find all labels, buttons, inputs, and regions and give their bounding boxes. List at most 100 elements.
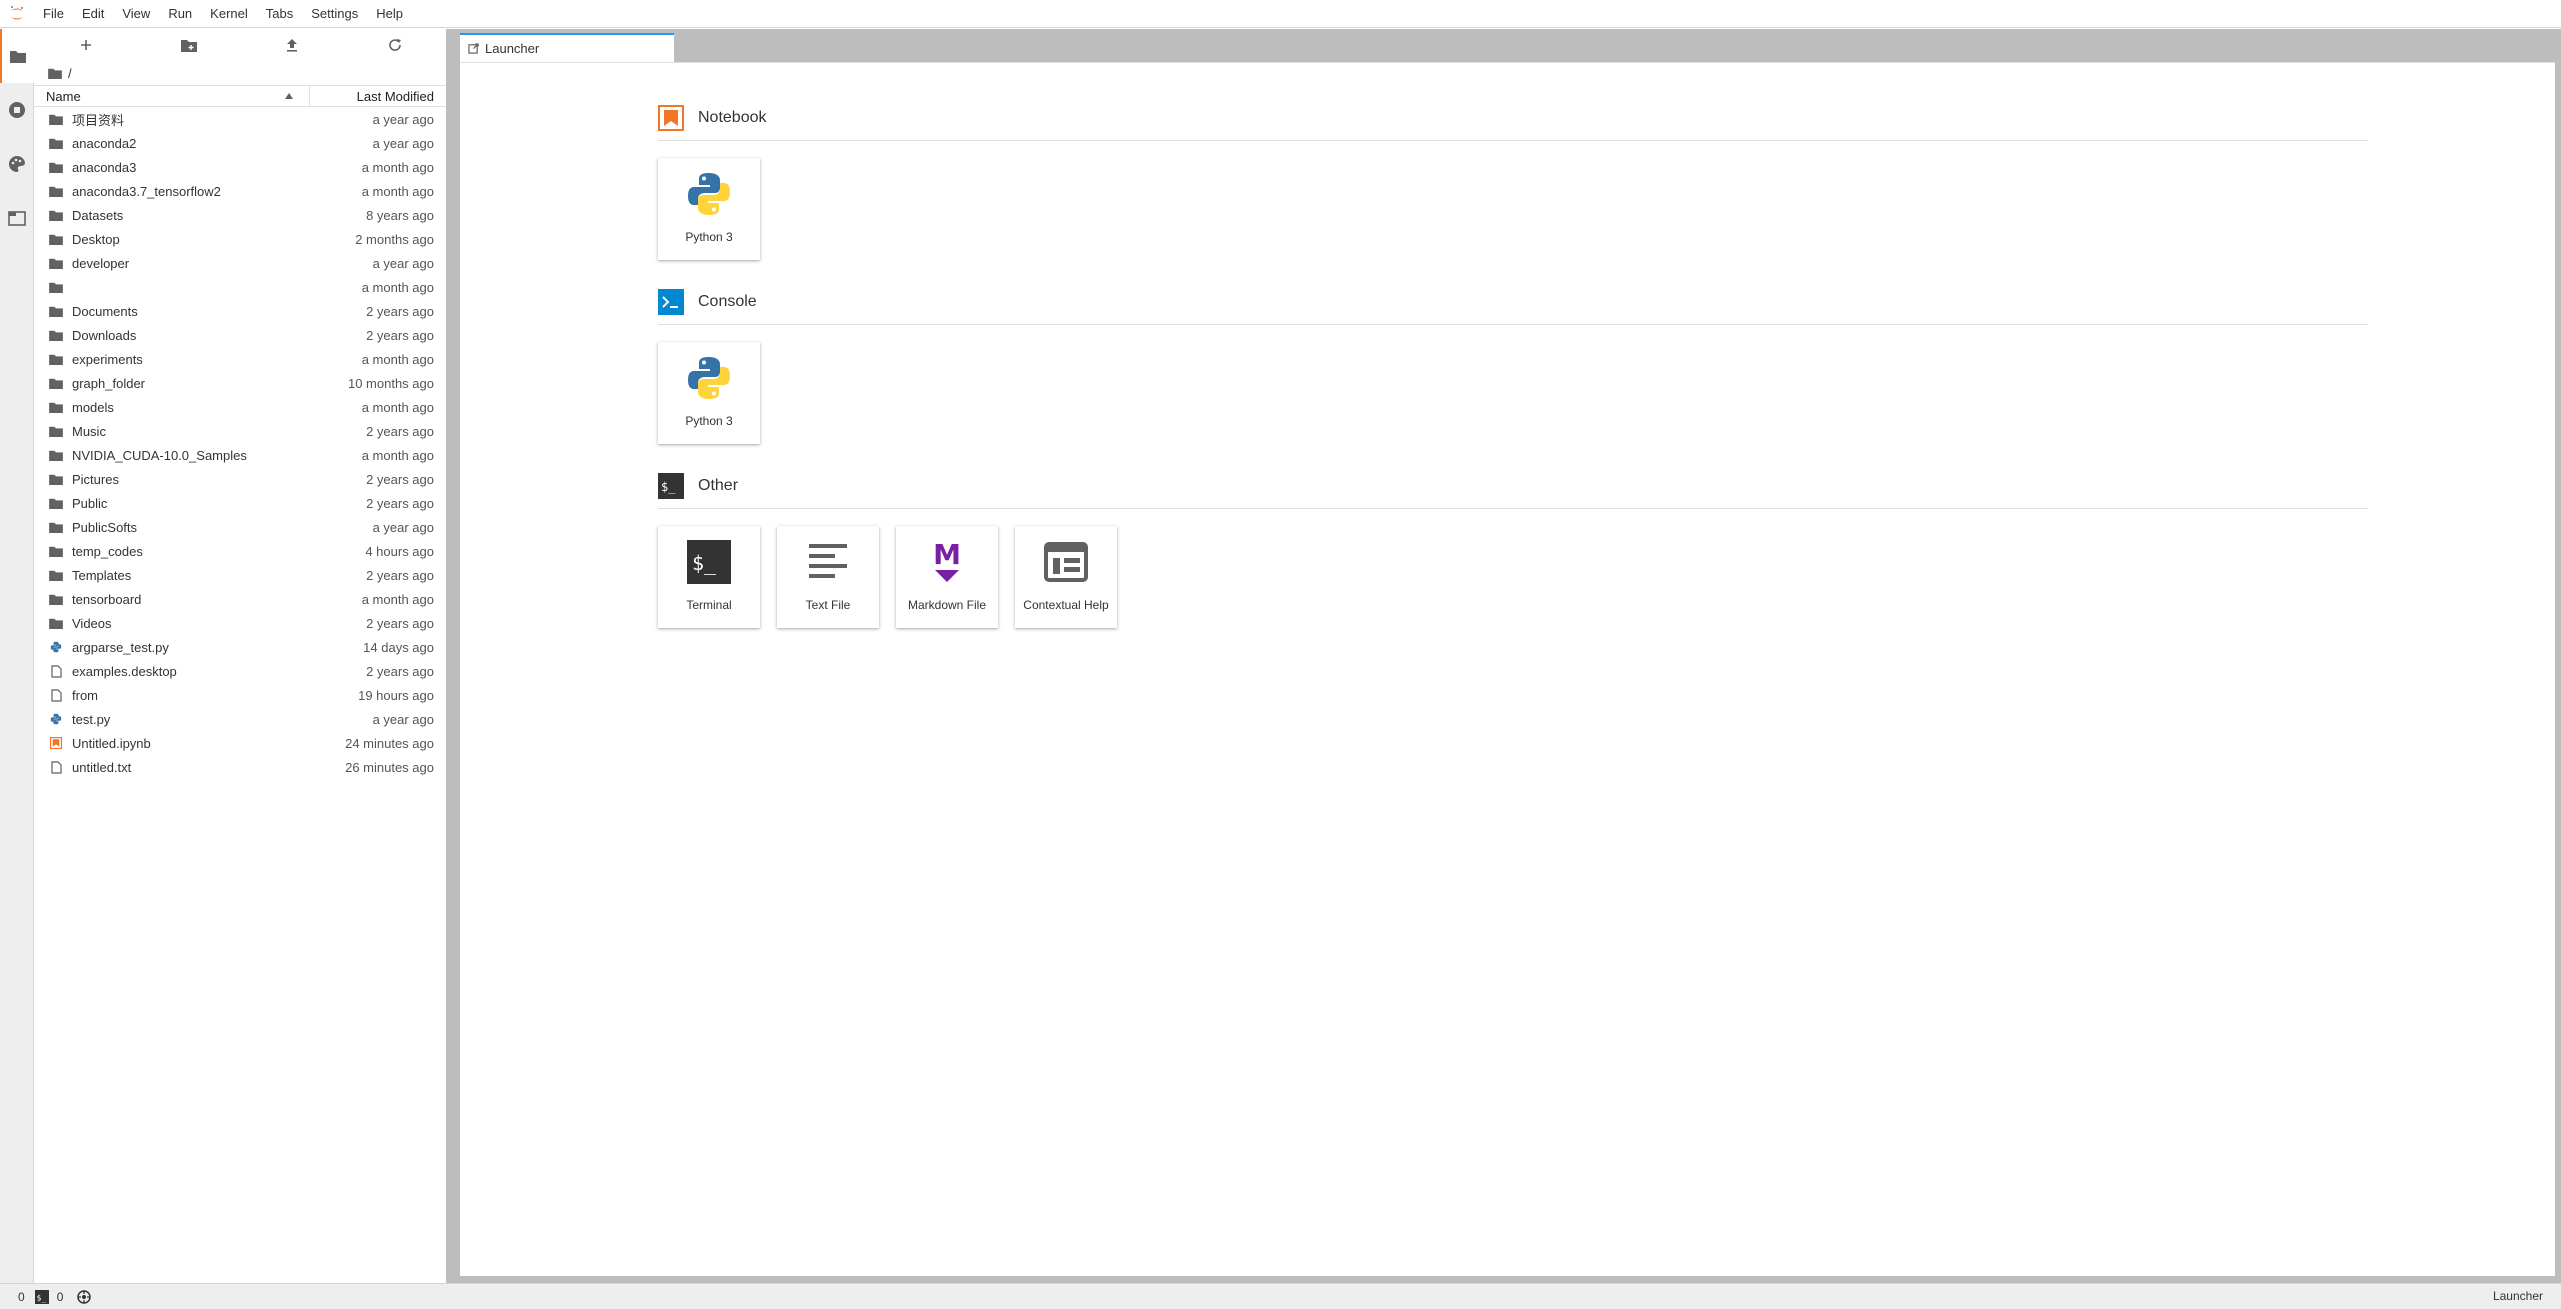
file-name: Documents — [72, 303, 138, 319]
terminal-status-icon[interactable]: $_ — [34, 1289, 49, 1304]
terminal-card[interactable]: $_ Terminal — [658, 526, 760, 628]
new-folder-button[interactable] — [137, 29, 240, 61]
folder-icon — [48, 279, 64, 295]
file-name: Datasets — [72, 207, 124, 223]
tab-launcher[interactable]: Launcher — [460, 33, 674, 62]
file-modified: 24 minutes ago — [345, 735, 434, 751]
file-modified: 2 years ago — [366, 327, 434, 343]
folder-icon — [48, 519, 64, 535]
file-list-item[interactable]: Public 2 years ago — [34, 491, 446, 515]
running-tab[interactable] — [0, 83, 34, 137]
menu-settings[interactable]: Settings — [302, 0, 367, 28]
modified-column-header[interactable]: Last Modified — [310, 89, 446, 104]
file-modified: 2 years ago — [366, 303, 434, 319]
breadcrumb-root[interactable]: / — [68, 66, 72, 81]
file-list-item[interactable]: a month ago — [34, 275, 446, 299]
file-name: anaconda3 — [72, 159, 137, 175]
file-list-item[interactable]: tensorboard a month ago — [34, 587, 446, 611]
name-header-label: Name — [46, 88, 81, 104]
file-name: tensorboard — [72, 591, 142, 607]
menu-help[interactable]: Help — [367, 0, 412, 28]
folder-icon — [48, 255, 64, 271]
kernel-status-icon[interactable] — [77, 1289, 92, 1304]
file-list-item[interactable]: from 19 hours ago — [34, 683, 446, 707]
file-list-item[interactable]: Music 2 years ago — [34, 419, 446, 443]
file-list-item[interactable]: anaconda2 a year ago — [34, 131, 446, 155]
file-list-item[interactable]: Datasets 8 years ago — [34, 203, 446, 227]
console-python3-card[interactable]: Python 3 — [658, 342, 760, 444]
file-name: Videos — [72, 615, 112, 631]
markdown-file-card[interactable]: M Markdown File — [896, 526, 998, 628]
tab-launcher-label: Launcher — [485, 41, 540, 56]
menu-run[interactable]: Run — [159, 0, 201, 28]
file-list-item[interactable]: Untitled.ipynb 24 minutes ago — [34, 731, 446, 755]
file-modified: a month ago — [361, 279, 434, 295]
menu-kernel[interactable]: Kernel — [201, 0, 257, 28]
python-file-icon — [48, 711, 64, 727]
file-list-item[interactable]: temp_codes 4 hours ago — [34, 539, 446, 563]
file-modified: a month ago — [361, 159, 434, 175]
svg-text:$_: $_ — [36, 1293, 46, 1302]
text-file-card-label: Text File — [805, 598, 851, 612]
file-list-item[interactable]: 项目资料 a year ago — [34, 107, 446, 131]
file-name: anaconda3.7_tensorflow2 — [72, 183, 221, 199]
file-list-item[interactable]: test.py a year ago — [34, 707, 446, 731]
file-name: untitled.txt — [72, 759, 132, 775]
file-name: Templates — [72, 567, 132, 583]
file-modified: 2 months ago — [355, 231, 434, 247]
open-tabs-tab[interactable] — [0, 191, 34, 245]
contextual-help-card[interactable]: Contextual Help — [1015, 526, 1117, 628]
menu-tabs[interactable]: Tabs — [257, 0, 302, 28]
file-list-item[interactable]: Templates 2 years ago — [34, 563, 446, 587]
file-name: NVIDIA_CUDA-10.0_Samples — [72, 447, 247, 463]
file-list-item[interactable]: experiments a month ago — [34, 347, 446, 371]
console-icon — [658, 288, 684, 315]
markdown-icon: M — [921, 536, 973, 588]
file-list-item[interactable]: Desktop 2 months ago — [34, 227, 446, 251]
folder-icon — [48, 207, 64, 223]
file-list-item[interactable]: graph_folder 10 months ago — [34, 371, 446, 395]
file-list-item[interactable]: Pictures 2 years ago — [34, 467, 446, 491]
menu-edit[interactable]: Edit — [73, 0, 113, 28]
menu-file[interactable]: File — [34, 0, 73, 28]
file-modified: 2 years ago — [366, 495, 434, 511]
file-list-item[interactable]: Videos 2 years ago — [34, 611, 446, 635]
commands-tab[interactable] — [0, 137, 34, 191]
file-modified: a month ago — [361, 351, 434, 367]
file-list-item[interactable]: anaconda3 a month ago — [34, 155, 446, 179]
file-list-item[interactable]: Downloads 2 years ago — [34, 323, 446, 347]
notebook-section-title: Notebook — [698, 108, 767, 126]
refresh-button[interactable] — [343, 29, 446, 61]
new-launcher-button[interactable] — [34, 29, 137, 61]
file-name: Pictures — [72, 471, 119, 487]
svg-text:$_: $_ — [661, 480, 676, 494]
file-icon — [48, 687, 64, 703]
folder-icon — [48, 111, 64, 127]
file-list-item[interactable]: Documents 2 years ago — [34, 299, 446, 323]
file-list-item[interactable]: NVIDIA_CUDA-10.0_Samples a month ago — [34, 443, 446, 467]
file-list-item[interactable]: argparse_test.py 14 days ago — [34, 635, 446, 659]
python-icon — [683, 352, 735, 404]
other-section: $_ Other $_ Terminal Text File M Markdow… — [658, 469, 2368, 628]
python-file-icon — [48, 639, 64, 655]
status-current-activity: Launcher — [2492, 1289, 2543, 1303]
file-list-item[interactable]: untitled.txt 26 minutes ago — [34, 755, 446, 779]
name-column-header[interactable]: Name — [34, 85, 310, 107]
folder-icon — [10, 51, 26, 63]
file-list-item[interactable]: models a month ago — [34, 395, 446, 419]
file-modified: a year ago — [372, 111, 434, 127]
file-name: models — [72, 399, 114, 415]
menu-bar: File Edit View Run Kernel Tabs Settings … — [0, 0, 2561, 28]
file-browser-tab[interactable] — [0, 29, 34, 83]
tab-icon — [8, 211, 26, 226]
file-list-item[interactable]: developer a year ago — [34, 251, 446, 275]
file-list-item[interactable]: anaconda3.7_tensorflow2 a month ago — [34, 179, 446, 203]
text-file-card[interactable]: Text File — [777, 526, 879, 628]
file-list-item[interactable]: PublicSofts a year ago — [34, 515, 446, 539]
home-folder-icon[interactable] — [48, 67, 62, 79]
notebook-python3-card[interactable]: Python 3 — [658, 158, 760, 260]
menu-view[interactable]: View — [113, 0, 159, 28]
folder-icon — [48, 375, 64, 391]
file-list-item[interactable]: examples.desktop 2 years ago — [34, 659, 446, 683]
upload-button[interactable] — [240, 29, 343, 61]
